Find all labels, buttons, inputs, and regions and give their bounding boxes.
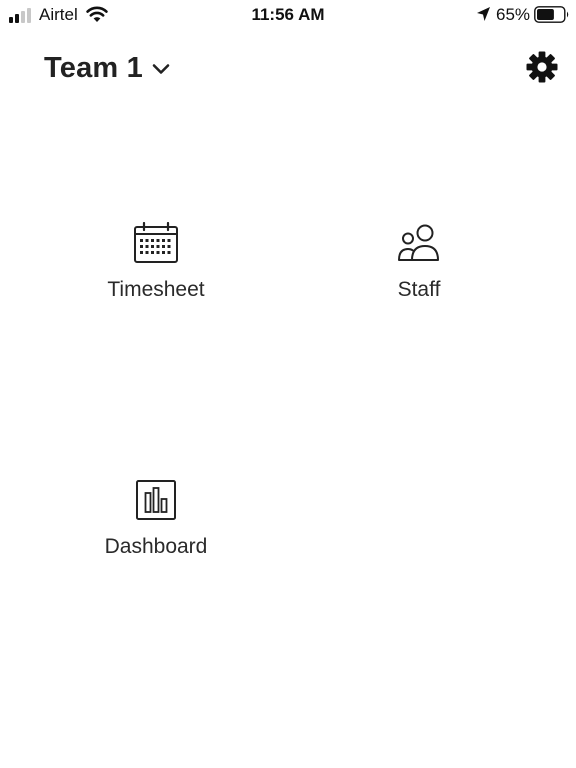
calendar-icon <box>134 222 178 263</box>
location-arrow-icon <box>477 7 490 21</box>
battery-percentage: 65% <box>496 5 531 24</box>
chevron-down-icon <box>152 64 170 74</box>
team-title: Team 1 <box>44 51 143 84</box>
menu-item-staff[interactable]: Staff <box>329 218 509 318</box>
battery-icon <box>534 6 569 23</box>
menu-item-label: Dashboard <box>104 535 208 558</box>
gear-icon[interactable] <box>525 50 559 84</box>
team-switcher[interactable]: Team 1 <box>44 48 170 88</box>
status-bar: Airtel 11:56 AM 65% <box>0 0 576 30</box>
menu-item-label: Timesheet <box>107 278 205 301</box>
menu-item-timesheet[interactable]: Timesheet <box>66 218 246 318</box>
menu-item-label: Staff <box>397 278 441 301</box>
bar-chart-icon <box>136 480 176 520</box>
people-icon <box>398 224 439 261</box>
menu-item-dashboard[interactable]: Dashboard <box>66 475 246 575</box>
